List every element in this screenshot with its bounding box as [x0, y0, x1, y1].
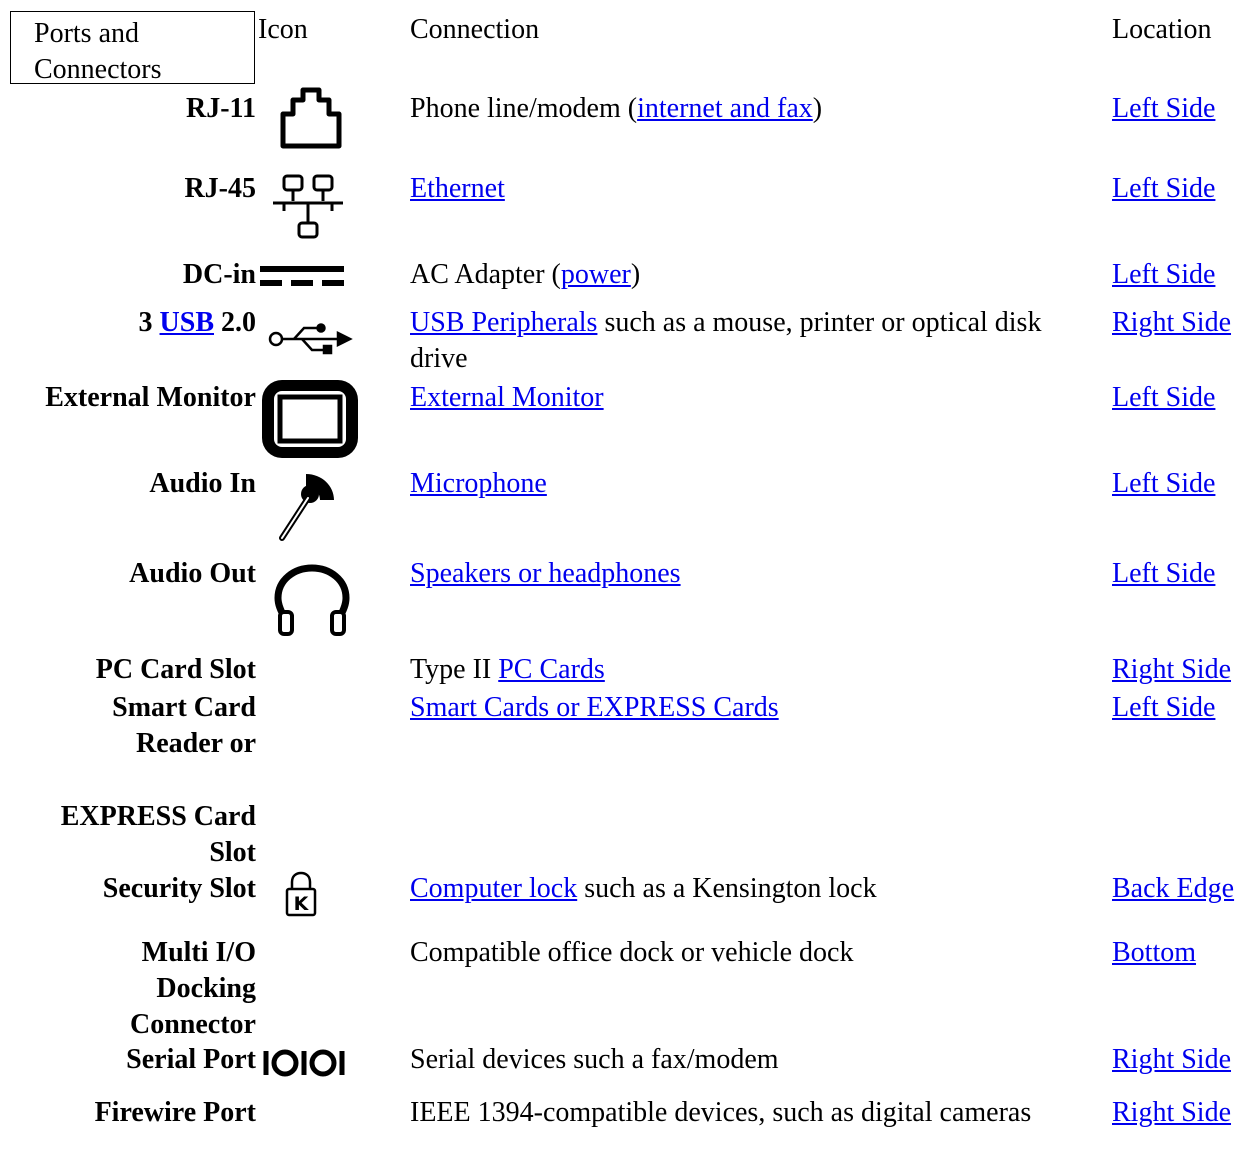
header-ports-label: Ports and Connectors	[34, 18, 162, 85]
header-icon-label: Icon	[258, 14, 308, 45]
port-name-line: Smart Card	[112, 692, 256, 723]
header-ports-cell: Ports and Connectors	[10, 11, 255, 85]
port-name: Firewire Port	[94, 1097, 256, 1128]
header-location-label: Location	[1112, 14, 1212, 45]
connection-text: Type II	[410, 654, 499, 685]
usb-link[interactable]: USB	[160, 307, 214, 338]
location-link[interactable]: Back Edge	[1112, 873, 1234, 904]
connection-text: Phone line/modem (	[410, 93, 638, 124]
location-link[interactable]: Left Side	[1112, 259, 1215, 290]
port-name: Security Slot	[102, 873, 256, 904]
port-name: DC-in	[182, 259, 256, 290]
port-name: Multi I/O Docking Connector	[0, 935, 256, 1043]
speakers-headphones-link[interactable]: Speakers or headphones	[410, 558, 681, 589]
connection-cell: USB Peripherals such as a mouse, printer…	[410, 305, 1090, 377]
port-name-line: Reader or	[136, 728, 256, 759]
internet-fax-link[interactable]: internet and fax	[637, 93, 813, 124]
location-link[interactable]: Left Side	[1112, 93, 1215, 124]
location-link[interactable]: Right Side	[1112, 1097, 1231, 1128]
dc-power-icon	[258, 262, 346, 292]
computer-lock-link[interactable]: Computer lock	[410, 873, 577, 904]
port-name: 3 USB 2.0	[0, 305, 256, 341]
port-prefix: 3	[138, 307, 160, 338]
ethernet-link[interactable]: Ethernet	[410, 173, 505, 204]
port-name: PC Card Slot	[95, 654, 256, 685]
connection-text: IEEE 1394-compatible devices, such as di…	[410, 1097, 1032, 1128]
connection-cell: Type II PC Cards	[410, 652, 1090, 688]
location-link[interactable]: Right Side	[1112, 1044, 1231, 1075]
serial-port-icon	[262, 1048, 348, 1078]
connection-cell: Phone line/modem (internet and fax)	[410, 91, 1090, 127]
connection-cell: Computer lock such as a Kensington lock	[410, 871, 1090, 907]
usb-icon	[268, 323, 354, 355]
pc-cards-link[interactable]: PC Cards	[498, 654, 605, 685]
location-link[interactable]: Right Side	[1112, 654, 1231, 685]
external-monitor-link[interactable]: External Monitor	[410, 382, 604, 413]
microphone-icon	[276, 466, 340, 544]
location-link[interactable]: Left Side	[1112, 692, 1215, 723]
power-link[interactable]: power	[561, 259, 631, 290]
connection-text: Serial devices such a fax/modem	[410, 1044, 779, 1075]
location-link[interactable]: Left Side	[1112, 558, 1215, 589]
location-link[interactable]: Bottom	[1112, 937, 1196, 968]
port-name-line: EXPRESS Card	[60, 801, 256, 832]
port-name-line: Connector	[130, 1009, 256, 1040]
port-name-line: Docking	[156, 973, 256, 1004]
smart-cards-link[interactable]: Smart Cards or EXPRESS Cards	[410, 692, 779, 723]
port-name: Smart Card Reader or EXPRESS Card Slot	[0, 690, 256, 871]
location-link[interactable]: Left Side	[1112, 468, 1215, 499]
port-name-line: Multi I/O	[141, 937, 256, 968]
connection-text: such as a Kensington lock	[577, 873, 877, 904]
location-link[interactable]: Left Side	[1112, 382, 1215, 413]
header-connection-label: Connection	[410, 14, 540, 45]
phone-jack-icon	[275, 86, 347, 150]
port-name: Audio Out	[129, 558, 256, 589]
connection-cell: AC Adapter (power)	[410, 257, 1090, 293]
port-name: Audio In	[149, 468, 256, 499]
connection-text-end: )	[812, 93, 823, 124]
port-name-line: Slot	[209, 837, 256, 868]
port-name: RJ-45	[184, 173, 256, 204]
location-link[interactable]: Left Side	[1112, 173, 1215, 204]
network-icon	[270, 173, 346, 243]
port-name: External Monitor	[45, 382, 256, 413]
headphones-icon	[274, 564, 350, 640]
monitor-icon	[258, 376, 362, 462]
connection-text: AC Adapter (	[410, 259, 561, 290]
svg-text:K: K	[294, 893, 310, 915]
port-suffix: 2.0	[214, 307, 256, 338]
microphone-link[interactable]: Microphone	[410, 468, 547, 499]
port-name: Serial Port	[126, 1044, 256, 1075]
port-name: RJ-11	[186, 93, 256, 124]
kensington-lock-icon: K	[284, 871, 318, 917]
location-link[interactable]: Right Side	[1112, 307, 1231, 338]
connection-text: Compatible office dock or vehicle dock	[410, 937, 854, 968]
connection-text-end: )	[630, 259, 641, 290]
usb-peripherals-link[interactable]: USB Peripherals	[410, 307, 597, 338]
